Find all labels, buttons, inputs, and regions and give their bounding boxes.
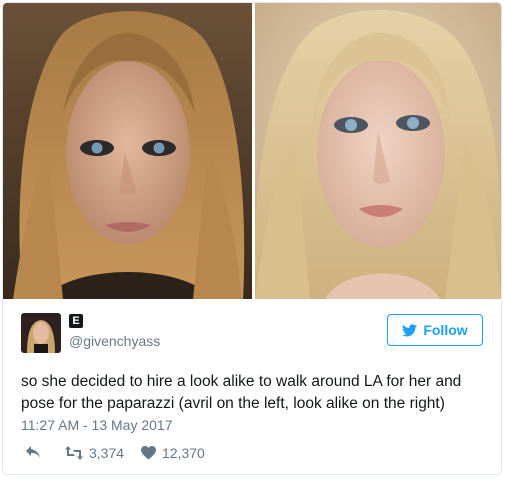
like-button[interactable]: 12,370 bbox=[141, 445, 205, 461]
avatar[interactable] bbox=[21, 313, 61, 353]
left-photo[interactable] bbox=[3, 3, 252, 299]
tweet-actions: 3,374 12,370 bbox=[25, 445, 325, 463]
follow-button[interactable]: Follow bbox=[387, 314, 483, 346]
tweet-timestamp[interactable]: 11:27 AM - 13 May 2017 bbox=[21, 417, 173, 433]
tweet-text: so she decided to hire a look alike to w… bbox=[21, 373, 462, 412]
like-count: 12,370 bbox=[162, 445, 205, 461]
tweet-card: E @givenchyass Follow so she decided to … bbox=[2, 2, 502, 475]
retweet-icon bbox=[65, 446, 83, 460]
follow-label: Follow bbox=[423, 322, 468, 338]
retweet-count: 3,374 bbox=[89, 445, 125, 461]
retweet-button[interactable]: 3,374 bbox=[65, 445, 124, 461]
reply-icon bbox=[25, 445, 41, 459]
twitter-bird-icon bbox=[402, 323, 418, 337]
right-photo[interactable] bbox=[255, 3, 501, 299]
reply-button[interactable] bbox=[25, 445, 41, 459]
heart-icon bbox=[141, 446, 156, 460]
photo-pair bbox=[3, 3, 501, 299]
author-handle[interactable]: @givenchyass bbox=[69, 333, 160, 349]
display-name-badge: E bbox=[69, 314, 83, 328]
